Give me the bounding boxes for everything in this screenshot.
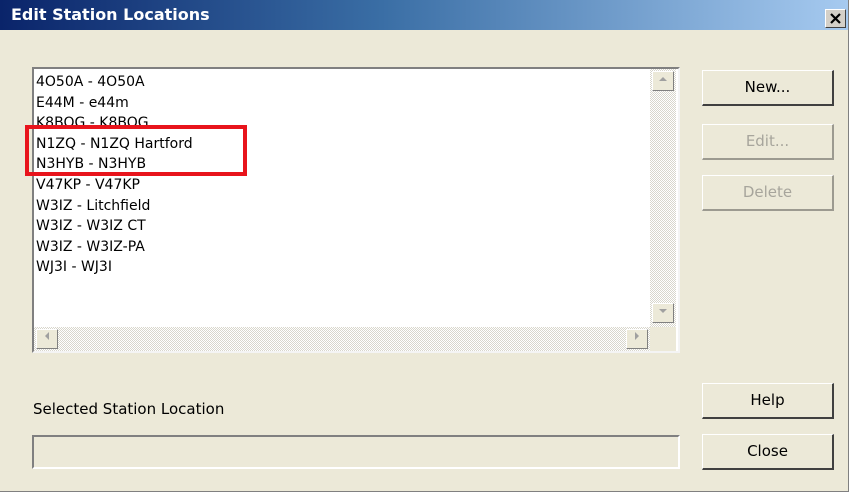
edit-station-locations-dialog: Edit Station Locations 4O50A - 4O50A E44…	[0, 0, 849, 492]
list-item[interactable]: V47KP - V47KP	[36, 175, 193, 196]
vertical-scrollbar[interactable]	[650, 69, 676, 327]
scroll-up-button[interactable]	[652, 71, 674, 91]
arrow-down-icon	[659, 309, 667, 313]
title-bar[interactable]: Edit Station Locations	[0, 0, 848, 30]
help-button[interactable]: Help	[702, 383, 834, 419]
close-icon[interactable]	[825, 9, 846, 28]
selected-station-field	[32, 435, 680, 469]
scroll-down-button[interactable]	[652, 303, 674, 323]
highlight-box	[25, 125, 247, 176]
selected-station-label: Selected Station Location	[33, 400, 225, 418]
list-item[interactable]: E44M - e44m	[36, 93, 193, 114]
arrow-right-icon	[635, 332, 639, 340]
edit-button[interactable]: Edit...	[702, 124, 834, 160]
scroll-left-button[interactable]	[36, 329, 58, 349]
scroll-right-button[interactable]	[626, 329, 648, 349]
list-item[interactable]: 4O50A - 4O50A	[36, 72, 193, 93]
dialog-title: Edit Station Locations	[11, 5, 210, 24]
horizontal-scrollbar[interactable]	[34, 327, 650, 351]
scrollbar-corner	[650, 327, 676, 351]
delete-button[interactable]: Delete	[702, 175, 834, 211]
arrow-left-icon	[45, 332, 49, 340]
arrow-up-icon	[659, 77, 667, 81]
close-button[interactable]: Close	[702, 434, 834, 470]
new-button[interactable]: New...	[702, 70, 834, 106]
list-item[interactable]: W3IZ - Litchfield	[36, 196, 193, 217]
list-item[interactable]: W3IZ - W3IZ-PA	[36, 237, 193, 258]
station-location-list[interactable]: 4O50A - 4O50A E44M - e44m K8BOG - K8BOG …	[32, 67, 680, 353]
list-item[interactable]: WJ3I - WJ3I	[36, 257, 193, 278]
list-item[interactable]: W3IZ - W3IZ CT	[36, 216, 193, 237]
